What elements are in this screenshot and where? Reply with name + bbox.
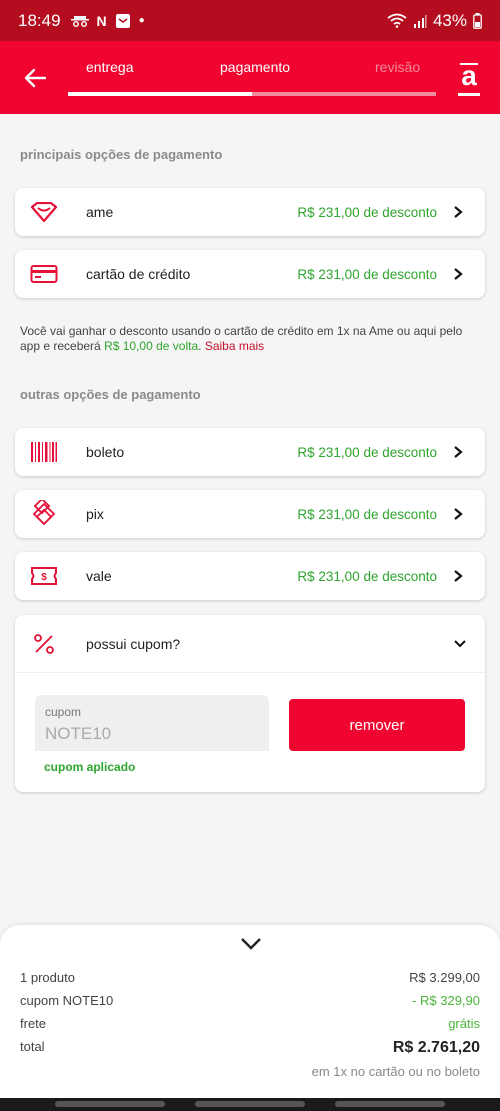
nav-pill [195,1101,305,1107]
option-discount: R$ 231,00 de desconto [297,266,437,282]
coupon-title: possui cupom? [86,635,181,652]
checkout-steps: entrega pagamento revisão [68,59,436,79]
remove-coupon-button[interactable]: remover [289,699,465,751]
coupon-input-value: NOTE10 [45,724,112,743]
payment-note: em 1x no cartão ou no boleto [311,1064,480,1079]
coupon-input[interactable]: cupom NOTE10 [35,695,269,751]
step-pagamento[interactable]: pagamento [220,59,290,75]
coupon-card: possui cupom? cupom NOTE10 cupom aplicad… [15,615,485,792]
learn-more-link[interactable]: Saiba mais [205,339,264,353]
chevron-right-icon [453,507,471,521]
battery-level: 43% [432,10,467,30]
dot-icon: ● [138,15,145,26]
payment-option-credit-card[interactable]: cartão de crédito R$ 231,00 de desconto [15,250,485,298]
info-text-end: . [198,339,205,353]
option-label: cartão de crédito [86,266,191,282]
option-discount: R$ 231,00 de desconto [297,204,437,220]
payment-option-boleto[interactable]: boleto R$ 231,00 de desconto [15,428,485,476]
americanas-logo: a [458,61,480,97]
chevron-down-icon [453,639,467,649]
cashback-amount: R$ 10,00 de volta [104,339,199,353]
payment-option-vale[interactable]: $ vale R$ 231,00 de desconto [15,552,485,600]
summary-label: cupom NOTE10 [20,993,114,1008]
incognito-icon [70,15,89,27]
steps-progress-bar [68,92,436,96]
payment-option-pix[interactable]: pix R$ 231,00 de desconto [15,490,485,538]
barcode-icon [16,441,72,463]
battery-icon [473,12,482,29]
summary-row-shipping: frete grátis [20,1016,480,1031]
coupon-input-label: cupom [45,705,82,719]
summary-value: grátis [448,1016,480,1031]
option-label: boleto [86,444,125,460]
main-options-title: principais opções de pagamento [20,147,223,162]
step-revisao: revisão [375,59,421,75]
option-label: pix [86,506,104,522]
summary-label: frete [20,1016,47,1031]
pix-icon [16,500,72,528]
svg-text:$: $ [41,572,47,583]
summary-value: R$ 2.761,20 [392,1039,480,1056]
coupon-status: cupom aplicado [44,760,136,774]
summary-row-products: 1 produto R$ 3.299,00 [20,970,480,985]
option-discount: R$ 231,00 de desconto [297,444,437,460]
netflix-icon: N [96,12,107,29]
steps-progress-fill [68,92,252,96]
nav-pill [335,1101,445,1107]
wifi-icon [387,13,407,28]
percent-icon [16,633,72,655]
voucher-icon: $ [16,566,72,586]
option-label: vale [86,568,112,584]
system-nav-bar [0,1098,500,1111]
credit-card-icon [16,264,72,284]
order-summary: 1 produto R$ 3.299,00 cupom NOTE10 - R$ … [0,925,500,1111]
back-button[interactable] [20,63,50,93]
mail-icon [115,13,130,28]
option-discount: R$ 231,00 de desconto [297,506,437,522]
system-icons: 43% [387,11,482,31]
nav-pill [55,1101,165,1107]
summary-label: 1 produto [20,970,75,985]
step-entrega[interactable]: entrega [86,59,133,75]
summary-row-total: total R$ 2.761,20 [20,1039,480,1057]
cashback-info: Você vai ganhar o desconto usando o cart… [20,324,480,354]
notification-icons: N ● [70,12,145,29]
coupon-toggle[interactable]: possui cupom? [15,615,485,673]
chevron-right-icon [453,267,471,281]
status-time: 18:49 [18,10,61,30]
summary-value: - R$ 329,90 [412,993,480,1008]
arrow-left-icon [24,68,46,88]
other-options-title: outras opções de pagamento [20,387,201,402]
option-discount: R$ 231,00 de desconto [297,568,437,584]
ame-heart-icon [16,202,72,222]
chevron-down-icon[interactable] [239,937,263,951]
summary-value: R$ 3.299,00 [409,970,480,985]
payment-option-ame[interactable]: ame R$ 231,00 de desconto [15,188,485,236]
signal-icon [413,14,427,28]
summary-label: total [20,1039,45,1054]
chevron-right-icon [453,569,471,583]
chevron-right-icon [453,445,471,459]
option-label: ame [86,204,114,220]
summary-row-coupon: cupom NOTE10 - R$ 329,90 [20,993,480,1008]
chevron-right-icon [453,205,471,219]
checkout-header: entrega pagamento revisão a [0,41,500,114]
status-bar: 18:49 N ● 43% [0,0,500,41]
